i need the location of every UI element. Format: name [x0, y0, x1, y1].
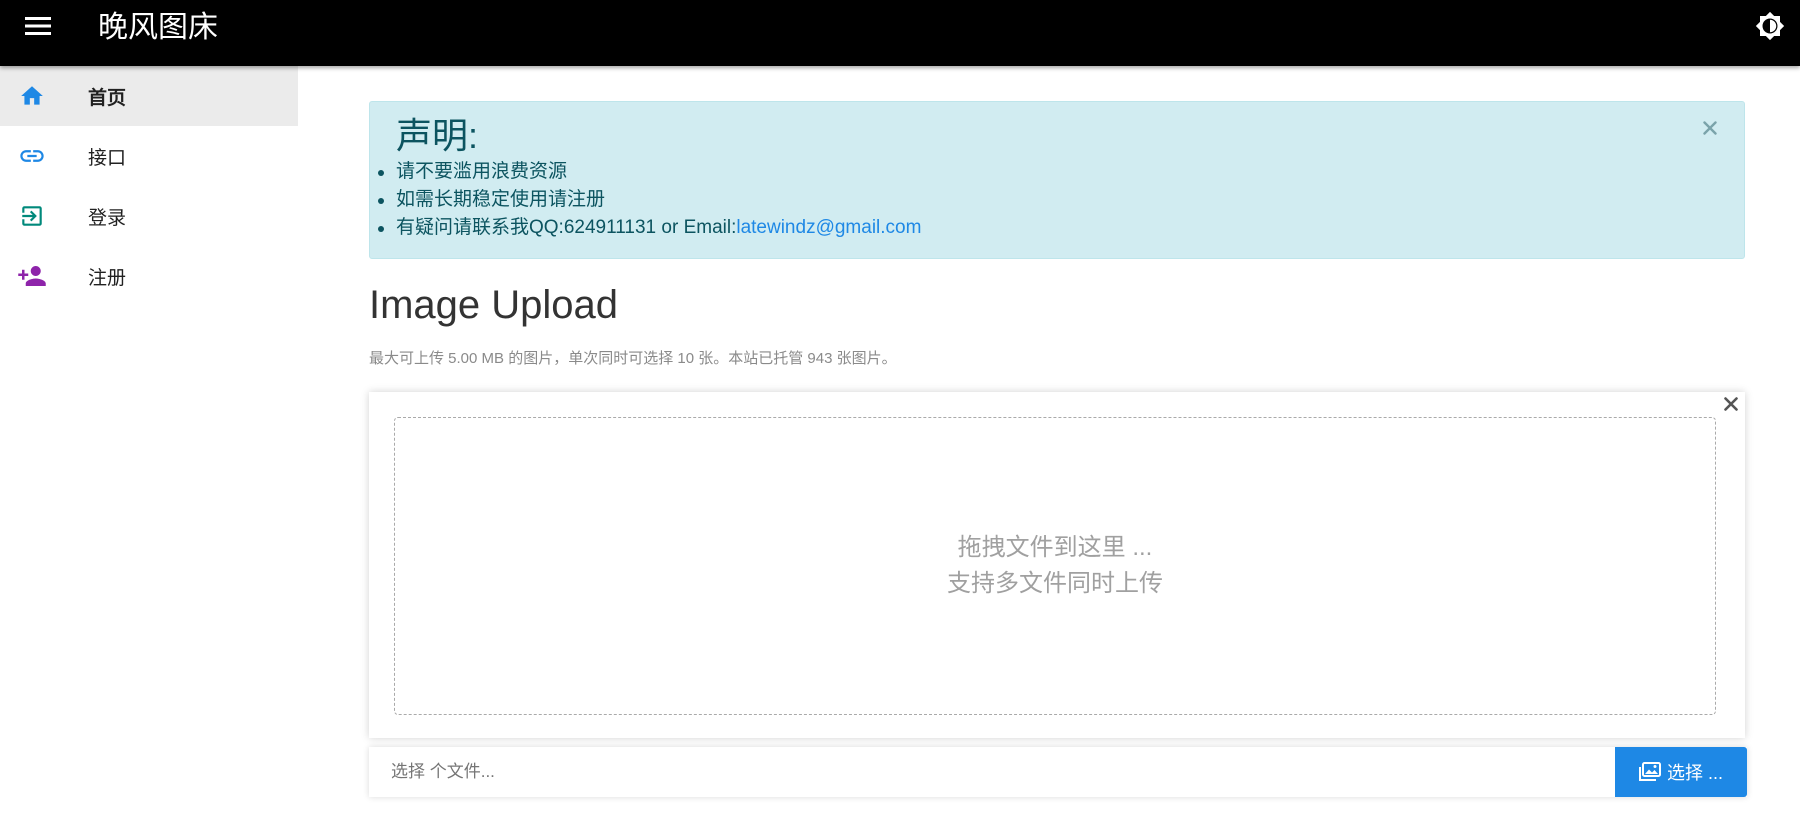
file-caption-input[interactable]	[369, 747, 1615, 797]
notice-item: 如需长期稳定使用请注册	[377, 186, 921, 214]
browse-button[interactable]: 选择 ...	[1615, 747, 1747, 797]
close-icon	[1703, 120, 1717, 140]
sidebar-item-login[interactable]: 登录	[0, 186, 298, 246]
person-add-icon	[16, 260, 48, 292]
upload-limits-text: 最大可上传 5.00 MB 的图片，单次同时可选择 10 张。本站已托管 943…	[369, 350, 897, 367]
link-icon	[16, 140, 48, 172]
login-icon	[16, 200, 48, 232]
images-icon	[1638, 762, 1661, 782]
drop-zone[interactable]: 拖拽文件到这里 ... 支持多文件同时上传	[394, 417, 1716, 715]
top-app-bar: 晚风图床	[0, 0, 1800, 66]
sidebar-item-label: 注册	[88, 267, 127, 289]
file-select-bar: 选择 ...	[369, 747, 1747, 797]
clear-preview-button[interactable]	[1719, 394, 1743, 418]
email-link[interactable]: latewindz@gmail.com	[736, 217, 921, 238]
theme-toggle-button[interactable]	[1750, 8, 1790, 48]
alert-close-button[interactable]	[1698, 118, 1722, 142]
menu-icon	[25, 16, 51, 41]
sidebar-item-label: 首页	[88, 87, 127, 109]
app-title: 晚风图床	[98, 11, 218, 44]
brightness-icon	[1755, 11, 1785, 46]
drop-hint-line2: 支持多文件同时上传	[947, 570, 1163, 597]
sidebar-item-home[interactable]: 首页	[0, 66, 298, 126]
notice-title: 声明:	[396, 115, 479, 156]
home-icon	[16, 80, 48, 112]
browse-button-label: 选择 ...	[1666, 763, 1723, 783]
sidebar-item-label: 接口	[88, 147, 127, 169]
sidebar-item-register[interactable]: 注册	[0, 246, 298, 306]
page-title: Image Upload	[369, 283, 619, 327]
sidebar-item-label: 登录	[88, 207, 127, 229]
notice-item: 请不要滥用浪费资源	[377, 158, 921, 186]
menu-button[interactable]	[18, 8, 58, 48]
sidebar-item-api[interactable]: 接口	[0, 126, 298, 186]
notice-contact-text: 有疑问请联系我QQ:624911131 or Email:	[396, 217, 737, 238]
drop-hint-line1: 拖拽文件到这里 ...	[957, 534, 1153, 561]
sidebar: 首页 接口 登录 注册	[0, 66, 298, 838]
notice-item-contact: 有疑问请联系我QQ:624911131 or Email:latewindz@g…	[377, 214, 921, 242]
notice-list: 请不要滥用浪费资源 如需长期稳定使用请注册 有疑问请联系我QQ:62491113…	[377, 158, 921, 242]
notice-alert: 声明: 请不要滥用浪费资源 如需长期稳定使用请注册 有疑问请联系我QQ:6249…	[369, 101, 1745, 259]
upload-preview-card: 拖拽文件到这里 ... 支持多文件同时上传	[369, 392, 1745, 738]
close-icon	[1724, 396, 1738, 416]
